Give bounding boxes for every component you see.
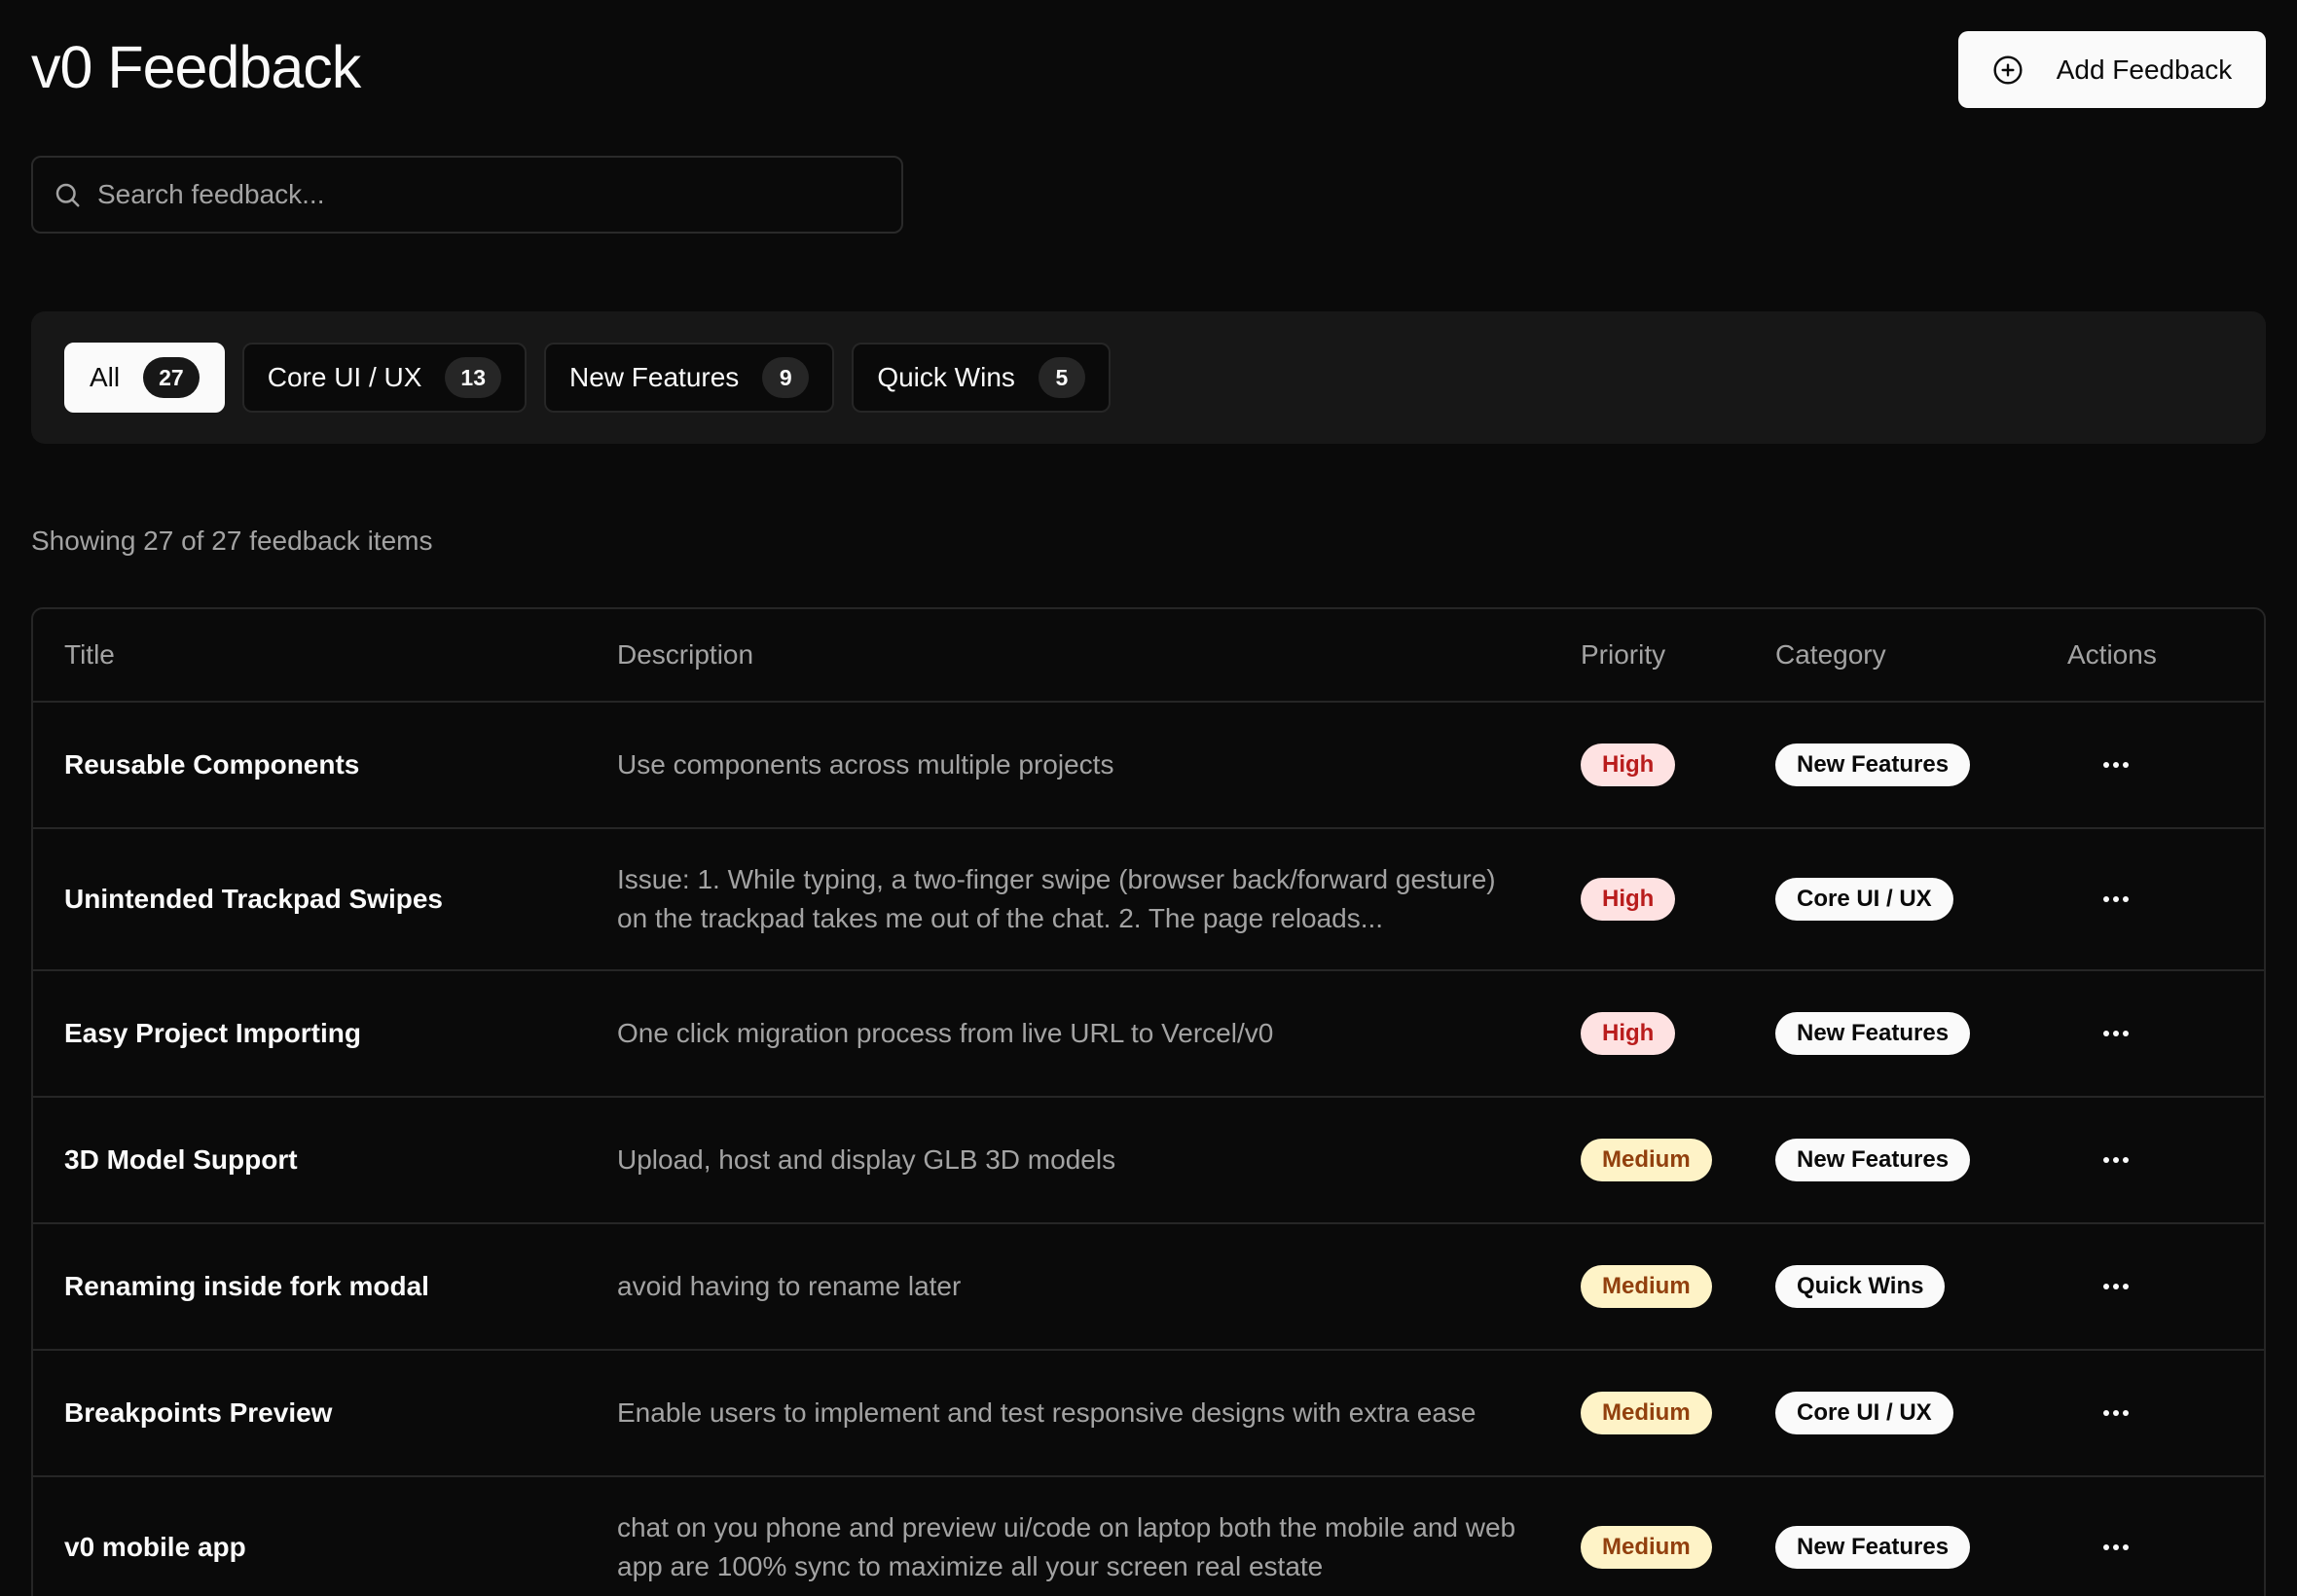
- row-title: Renaming inside fork modal: [64, 1271, 429, 1301]
- tab-all[interactable]: All 27: [64, 343, 225, 413]
- priority-badge: Medium: [1581, 1139, 1712, 1181]
- more-horizontal-icon[interactable]: [2096, 880, 2135, 919]
- feedback-table: Title Description Priority Category Acti…: [31, 607, 2266, 1596]
- results-summary: Showing 27 of 27 feedback items: [31, 526, 433, 556]
- table-row[interactable]: Unintended Trackpad Swipes Issue: 1. Whi…: [33, 829, 2264, 971]
- row-description: avoid having to rename later: [617, 1271, 962, 1301]
- priority-badge: Medium: [1581, 1526, 1712, 1569]
- tab-count: 27: [143, 357, 200, 398]
- table-row[interactable]: v0 mobile app chat on you phone and prev…: [33, 1477, 2264, 1596]
- row-description: One click migration process from live UR…: [617, 1018, 1274, 1048]
- add-feedback-label: Add Feedback: [2056, 54, 2233, 85]
- more-horizontal-icon[interactable]: [2096, 1014, 2135, 1053]
- tab-count: 9: [762, 357, 810, 398]
- category-tabs: All 27 Core UI / UX 13 New Features 9 Qu…: [31, 311, 2266, 444]
- plus-circle-icon: [1992, 54, 2024, 86]
- category-badge: Core UI / UX: [1775, 1392, 1953, 1434]
- row-title: Breakpoints Preview: [64, 1397, 333, 1428]
- tab-new-features[interactable]: New Features 9: [544, 343, 835, 413]
- search-box[interactable]: [31, 156, 903, 234]
- category-badge: Core UI / UX: [1775, 878, 1953, 921]
- category-badge: Quick Wins: [1775, 1265, 1946, 1308]
- column-header-description[interactable]: Description: [617, 639, 1581, 671]
- column-header-actions: Actions: [2067, 639, 2157, 670]
- add-feedback-button[interactable]: Add Feedback: [1958, 31, 2266, 108]
- tab-label: All: [90, 362, 121, 392]
- tab-label: New Features: [569, 362, 740, 392]
- more-horizontal-icon[interactable]: [2096, 1528, 2135, 1567]
- table-row[interactable]: Easy Project Importing One click migrati…: [33, 971, 2264, 1098]
- row-title: Unintended Trackpad Swipes: [64, 884, 443, 914]
- category-badge: New Features: [1775, 1139, 1971, 1181]
- table-header: Title Description Priority Category Acti…: [33, 609, 2264, 703]
- table-row[interactable]: 3D Model Support Upload, host and displa…: [33, 1098, 2264, 1224]
- priority-badge: High: [1581, 878, 1676, 921]
- row-description: Enable users to implement and test respo…: [617, 1397, 1477, 1428]
- search-icon: [53, 180, 82, 209]
- table-row[interactable]: Breakpoints Preview Enable users to impl…: [33, 1351, 2264, 1477]
- priority-badge: High: [1581, 1012, 1676, 1055]
- column-header-priority[interactable]: Priority: [1581, 639, 1775, 671]
- search-input[interactable]: [97, 179, 857, 210]
- category-badge: New Features: [1775, 1012, 1971, 1055]
- priority-badge: High: [1581, 744, 1676, 786]
- row-title: v0 mobile app: [64, 1532, 246, 1562]
- category-badge: New Features: [1775, 1526, 1971, 1569]
- tab-quick-wins[interactable]: Quick Wins 5: [852, 343, 1111, 413]
- tab-count: 13: [445, 357, 502, 398]
- table-row[interactable]: Reusable Components Use components acros…: [33, 703, 2264, 829]
- priority-badge: Medium: [1581, 1392, 1712, 1434]
- row-description: chat on you phone and preview ui/code on…: [617, 1512, 1516, 1581]
- tab-core-ui-ux[interactable]: Core UI / UX 13: [241, 343, 528, 413]
- page: v0 Feedback Add Feedback All 27 Core UI …: [0, 0, 2297, 1596]
- row-description: Issue: 1. While typing, a two-finger swi…: [617, 864, 1496, 933]
- more-horizontal-icon[interactable]: [2096, 1267, 2135, 1306]
- more-horizontal-icon[interactable]: [2096, 745, 2135, 784]
- tab-count: 5: [1038, 357, 1085, 398]
- page-title: v0 Feedback: [31, 34, 361, 100]
- row-description: Use components across multiple projects: [617, 749, 1114, 780]
- table-row[interactable]: Renaming inside fork modal avoid having …: [33, 1224, 2264, 1351]
- more-horizontal-icon[interactable]: [2096, 1141, 2135, 1179]
- row-title: 3D Model Support: [64, 1144, 298, 1175]
- row-title: Easy Project Importing: [64, 1018, 361, 1048]
- column-header-title[interactable]: Title: [33, 639, 617, 671]
- priority-badge: Medium: [1581, 1265, 1712, 1308]
- row-description: Upload, host and display GLB 3D models: [617, 1144, 1116, 1175]
- header: v0 Feedback Add Feedback: [31, 0, 2266, 136]
- row-title: Reusable Components: [64, 749, 360, 780]
- category-badge: New Features: [1775, 744, 1971, 786]
- column-header-category[interactable]: Category: [1775, 639, 2067, 671]
- tab-label: Quick Wins: [877, 362, 1015, 392]
- more-horizontal-icon[interactable]: [2096, 1394, 2135, 1433]
- tab-label: Core UI / UX: [267, 362, 422, 392]
